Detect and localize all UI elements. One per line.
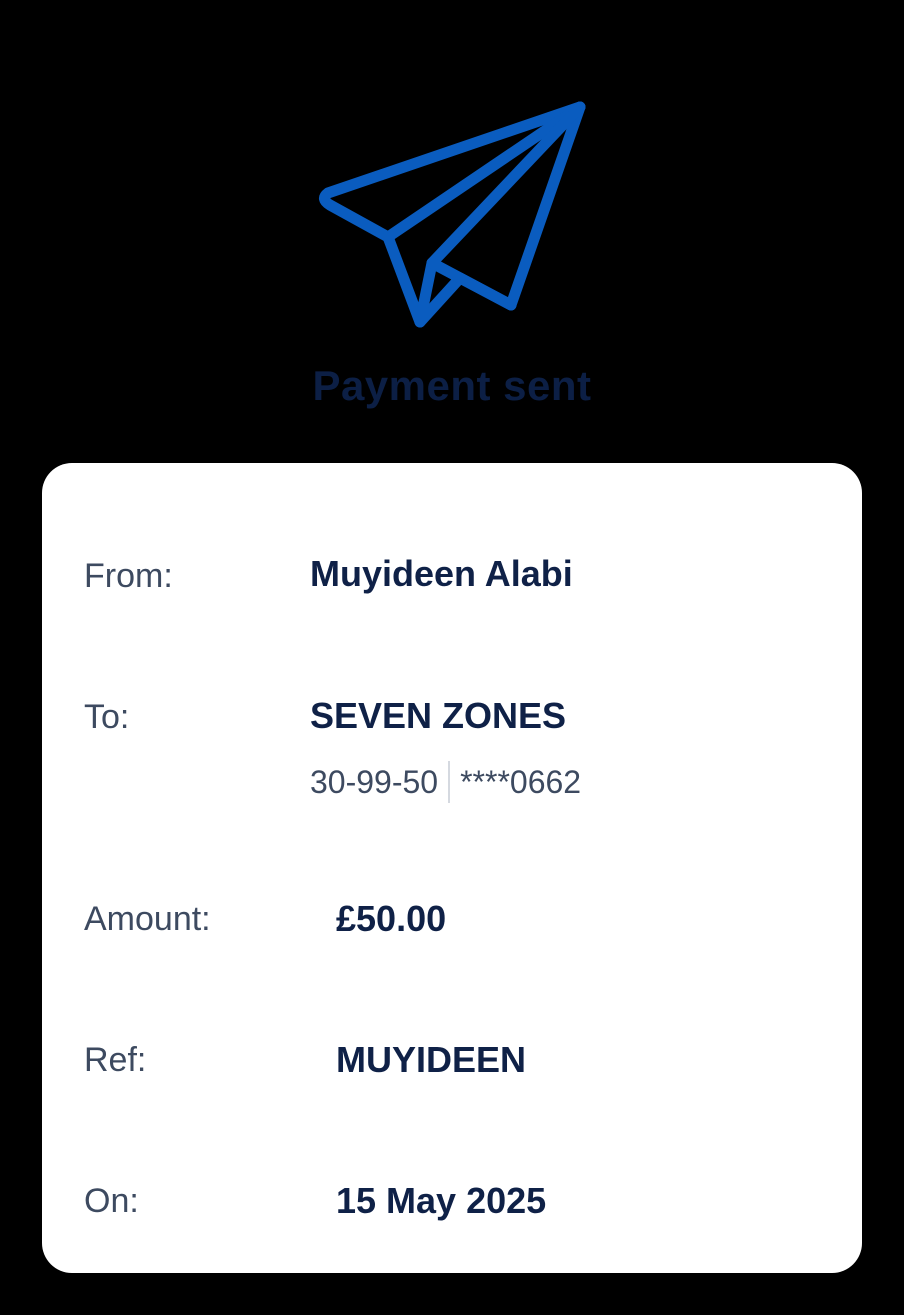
amount-label: Amount: bbox=[84, 900, 211, 938]
payment-confirmation-screen: Payment sent From: Muyideen Alabi To: SE… bbox=[0, 0, 904, 1315]
to-label: To: bbox=[84, 698, 130, 736]
sort-code: 30-99-50 bbox=[310, 763, 439, 800]
from-value: Muyideen Alabi bbox=[310, 553, 573, 594]
account-details: 30-99-50 ****0662 bbox=[310, 761, 581, 803]
ref-value: MUYIDEEN bbox=[336, 1039, 527, 1080]
account-number: ****0662 bbox=[460, 763, 582, 800]
from-label: From: bbox=[84, 557, 173, 595]
to-value: SEVEN ZONES bbox=[310, 695, 567, 736]
status-title: Payment sent bbox=[312, 362, 592, 409]
paper-plane-icon bbox=[300, 85, 610, 345]
payment-details-card: From: Muyideen Alabi To: SEVEN ZONES 30-… bbox=[42, 463, 862, 1273]
on-label: On: bbox=[84, 1182, 139, 1220]
account-divider bbox=[448, 761, 451, 803]
ref-label: Ref: bbox=[84, 1041, 147, 1079]
amount-value: £50.00 bbox=[336, 898, 447, 939]
on-value: 15 May 2025 bbox=[336, 1180, 547, 1221]
